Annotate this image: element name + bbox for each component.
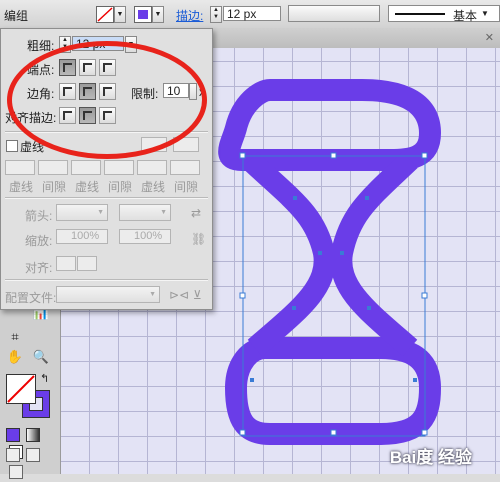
- profile-select[interactable]: ▼: [56, 286, 160, 303]
- square-cap-button[interactable]: [99, 59, 116, 76]
- bevel-join-button[interactable]: [99, 83, 116, 100]
- brush-dropdown[interactable]: 基本 ▼: [388, 5, 500, 23]
- miter-join-button[interactable]: [59, 83, 76, 100]
- weight-stepper[interactable]: ▲ ▼: [59, 36, 71, 53]
- dash-label-1: 虚线: [9, 180, 34, 194]
- hourglass-top-bulb: [218, 79, 441, 171]
- stroke-panel: 粗细: ▲ ▼ 12 px ▼ 端点: 边角: 限制: 10 x 对齐描边: 虚线…: [0, 28, 213, 310]
- dash-align-button-1[interactable]: [141, 137, 167, 152]
- hourglass-waist: [242, 152, 418, 357]
- watermark: Bai度 经验: [389, 448, 472, 467]
- dash-field-3[interactable]: [137, 160, 167, 175]
- stroke-link[interactable]: 描边:: [176, 7, 203, 24]
- limit-label: 限制:: [131, 87, 159, 101]
- align-arrow-label: 对齐:: [25, 261, 53, 275]
- gap-label-2: 间隙: [108, 180, 133, 194]
- dash-field-1[interactable]: [5, 160, 35, 175]
- start-scale-field[interactable]: 100%: [56, 229, 108, 244]
- artboard-icon[interactable]: ⌗: [6, 328, 24, 346]
- profile-label: 配置文件:: [5, 291, 57, 305]
- swap-arrows-icon[interactable]: ⇄: [191, 206, 201, 220]
- start-arrow-select[interactable]: ▼: [56, 204, 108, 221]
- gap-label-3: 间隙: [174, 180, 199, 194]
- cap-label: 端点:: [27, 63, 55, 77]
- butt-cap-button[interactable]: [59, 59, 76, 76]
- dash-label-3: 虚线: [141, 180, 166, 194]
- screen-mode-buttons[interactable]: [6, 448, 60, 482]
- round-cap-button[interactable]: [79, 59, 96, 76]
- start-scale-value: 100%: [71, 230, 100, 242]
- fill-box: [6, 374, 36, 404]
- zoom-icon[interactable]: 🔍: [32, 348, 50, 366]
- end-scale-value: 100%: [134, 230, 163, 242]
- round-join-button[interactable]: [79, 83, 96, 100]
- flip-along-icon[interactable]: ⊻: [193, 288, 202, 302]
- hand-icon[interactable]: ✋: [6, 348, 24, 366]
- close-icon[interactable]: ✕: [485, 31, 494, 44]
- align-inside-button[interactable]: [79, 107, 96, 124]
- hourglass-bottom-bulb: [225, 337, 441, 445]
- align-arrow-button-2[interactable]: [77, 256, 97, 271]
- align-stroke-label: 对齐描边:: [5, 111, 57, 125]
- stroke-swatch-dropdown[interactable]: ▼: [114, 6, 126, 23]
- brush-label: 基本: [453, 9, 478, 23]
- selection-bounding-box: [242, 155, 426, 437]
- align-outside-button[interactable]: [99, 107, 116, 124]
- align-arrow-button-1[interactable]: [56, 256, 76, 271]
- dash-field-2[interactable]: [71, 160, 101, 175]
- fill-stroke-widget[interactable]: ↰: [4, 372, 54, 422]
- link-scale-icon[interactable]: ⛓: [191, 232, 206, 246]
- variable-width-dropdown[interactable]: [288, 5, 380, 22]
- fill-swatch[interactable]: [134, 6, 152, 23]
- gap-field-2[interactable]: [104, 160, 134, 175]
- fill-swatch-dropdown[interactable]: ▼: [152, 6, 164, 23]
- align-center-button[interactable]: [59, 107, 76, 124]
- gap-field-3[interactable]: [170, 160, 200, 175]
- corner-label: 边角:: [27, 87, 55, 101]
- chevron-down-icon: ▼: [481, 9, 489, 18]
- top-weight-field[interactable]: 12 px: [223, 6, 281, 21]
- dashed-checkbox[interactable]: [6, 140, 18, 152]
- weight-label: 粗细:: [27, 39, 55, 53]
- flip-axis-icon[interactable]: ⊳⊲: [169, 288, 189, 302]
- weight-dropdown[interactable]: ▼: [125, 36, 137, 53]
- weight-field[interactable]: 12 px: [72, 36, 124, 51]
- limit-unit: x: [199, 85, 205, 99]
- control-bar: 编组 ▼ ▼ 描边: ▲ ▼ 12 px 基本 ▼: [0, 0, 500, 29]
- tools-panel: ⌗ 📊 ✋ 🔍 ↰: [0, 300, 61, 479]
- end-scale-field[interactable]: 100%: [119, 229, 171, 244]
- scale-label: 缩放:: [25, 234, 53, 248]
- gap-field-1[interactable]: [38, 160, 68, 175]
- stroke-swatch[interactable]: [96, 6, 114, 23]
- weight-spinner[interactable]: ▲ ▼: [210, 6, 222, 23]
- group-label: 编组: [4, 9, 29, 23]
- dashed-label: 虚线: [20, 140, 45, 154]
- arrowhead-label: 箭头:: [25, 209, 53, 223]
- end-arrow-select[interactable]: ▼: [119, 204, 171, 221]
- limit-field[interactable]: 10: [163, 83, 189, 98]
- swap-icon[interactable]: ↰: [40, 372, 49, 385]
- gap-label-1: 间隙: [42, 180, 67, 194]
- limit-stepper[interactable]: [189, 83, 197, 100]
- dash-align-button-2[interactable]: [173, 137, 199, 152]
- dash-label-2: 虚线: [75, 180, 100, 194]
